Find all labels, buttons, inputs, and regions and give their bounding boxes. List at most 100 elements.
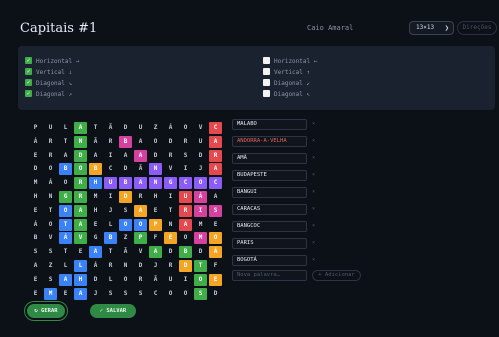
grid-cell[interactable]: S: [179, 150, 192, 162]
grid-cell[interactable]: R: [179, 204, 192, 217]
grid-cell[interactable]: S: [134, 288, 147, 300]
grid-cell[interactable]: O: [194, 177, 207, 190]
grid-cell[interactable]: A: [74, 204, 87, 217]
grid-cell[interactable]: L: [74, 260, 87, 272]
grid-cell[interactable]: J: [194, 163, 207, 175]
add-word-button[interactable]: + Adicionar: [312, 270, 361, 281]
grid-cell[interactable]: L: [59, 260, 72, 272]
remove-word-icon[interactable]: ×: [312, 238, 318, 249]
grid-cell[interactable]: D: [29, 163, 42, 175]
remove-word-icon[interactable]: ×: [312, 170, 318, 181]
grid-cell[interactable]: N: [164, 219, 177, 231]
grid-cell[interactable]: C: [209, 122, 222, 134]
grid-cell[interactable]: I: [104, 191, 117, 203]
directions-button[interactable]: Direções: [457, 21, 497, 35]
grid-cell[interactable]: R: [44, 150, 57, 162]
grid-cell[interactable]: R: [209, 149, 222, 162]
grid-cell[interactable]: D: [179, 260, 192, 272]
grid-cell[interactable]: O: [59, 204, 72, 217]
grid-cell[interactable]: A: [89, 150, 102, 162]
grid-cell[interactable]: Ã: [89, 136, 102, 148]
grid-cell[interactable]: R: [74, 177, 87, 190]
grid-cell[interactable]: B: [119, 135, 132, 148]
grid-cell[interactable]: S: [119, 288, 132, 300]
grid-cell[interactable]: H: [89, 205, 102, 217]
word-item[interactable]: BANGUI: [232, 187, 307, 198]
word-item[interactable]: AMÃ: [232, 153, 307, 164]
grid-cell[interactable]: E: [29, 274, 42, 286]
grid-cell[interactable]: S: [119, 205, 132, 217]
grid-cell[interactable]: E: [29, 205, 42, 217]
word-item[interactable]: BANGCOC: [232, 221, 307, 232]
grid-cell[interactable]: R: [179, 136, 192, 148]
grid-cell[interactable]: R: [164, 260, 177, 272]
grid-cell[interactable]: Á: [164, 122, 177, 134]
grid-cell[interactable]: I: [179, 163, 192, 175]
grid-cell[interactable]: V: [134, 246, 147, 258]
grid-cell[interactable]: E: [74, 246, 87, 258]
grid-cell[interactable]: S: [104, 288, 117, 300]
grid-cell[interactable]: Á: [44, 177, 57, 189]
grid-cell[interactable]: A: [209, 163, 222, 176]
grid-cell[interactable]: O: [44, 163, 57, 175]
grid-cell[interactable]: A: [74, 122, 87, 134]
grid-cell[interactable]: Ã: [104, 122, 117, 134]
grid-cell[interactable]: A: [59, 150, 72, 162]
grid-cell[interactable]: O: [194, 273, 207, 286]
word-item[interactable]: CARACAS: [232, 204, 307, 215]
grid-cell[interactable]: S: [209, 204, 222, 217]
grid-cell[interactable]: D: [119, 163, 132, 175]
grid-cell[interactable]: D: [149, 150, 162, 162]
remove-word-icon[interactable]: ×: [312, 136, 318, 147]
grid-cell[interactable]: E: [89, 219, 102, 231]
grid-cell[interactable]: N: [44, 191, 57, 203]
grid-cell[interactable]: R: [134, 191, 147, 203]
grid-cell[interactable]: A: [74, 287, 87, 300]
checkbox-unchecked-icon[interactable]: [263, 68, 270, 75]
grid-cell[interactable]: U: [179, 191, 192, 203]
grid-cell[interactable]: M: [194, 232, 207, 245]
grid-cell[interactable]: F: [209, 260, 222, 272]
grid-cell[interactable]: A: [29, 260, 42, 272]
grid-cell[interactable]: E: [149, 205, 162, 217]
grid-cell[interactable]: D: [74, 149, 87, 162]
grid-cell[interactable]: R: [104, 260, 117, 272]
grid-cell[interactable]: I: [179, 274, 192, 286]
grid-cell[interactable]: U: [134, 122, 147, 134]
grid-cell[interactable]: E: [209, 219, 222, 231]
grid-cell[interactable]: T: [44, 205, 57, 217]
grid-cell[interactable]: L: [104, 219, 117, 231]
grid-cell[interactable]: Z: [44, 260, 57, 272]
grid-cell[interactable]: O: [209, 232, 222, 245]
grid-cell[interactable]: D: [209, 288, 222, 300]
grid-cell[interactable]: L: [59, 122, 72, 134]
grid-cell[interactable]: O: [149, 136, 162, 148]
grid-cell[interactable]: J: [89, 288, 102, 300]
grid-cell[interactable]: T: [104, 246, 117, 258]
grid-cell[interactable]: V: [164, 163, 177, 175]
grid-cell[interactable]: D: [119, 191, 132, 203]
grid-cell[interactable]: G: [164, 177, 177, 190]
checkbox-checked-icon[interactable]: ✓: [25, 57, 32, 64]
grid-cell[interactable]: A: [134, 204, 147, 217]
grid-cell[interactable]: M: [44, 287, 57, 300]
word-item[interactable]: BOGOTÁ: [232, 255, 307, 266]
grid-cell[interactable]: D: [89, 274, 102, 286]
grid-cell[interactable]: O: [74, 163, 87, 176]
grid-cell[interactable]: U: [44, 122, 57, 134]
grid-cell[interactable]: G: [89, 232, 102, 244]
grid-cell[interactable]: D: [134, 260, 147, 272]
grid-cell[interactable]: B: [119, 177, 132, 190]
grid-cell[interactable]: B: [59, 163, 72, 176]
grid-cell[interactable]: O: [119, 274, 132, 286]
grid-cell[interactable]: C: [209, 177, 222, 190]
grid-cell[interactable]: D: [194, 150, 207, 162]
grid-cell[interactable]: A: [134, 177, 147, 190]
grid-cell[interactable]: N: [149, 163, 162, 176]
grid-cell[interactable]: D: [194, 246, 207, 258]
grid-cell[interactable]: O: [119, 218, 132, 231]
grid-cell[interactable]: I: [194, 204, 207, 217]
grid-cell[interactable]: B: [104, 232, 117, 245]
grid-cell[interactable]: H: [149, 191, 162, 203]
grid-cell[interactable]: O: [179, 122, 192, 134]
